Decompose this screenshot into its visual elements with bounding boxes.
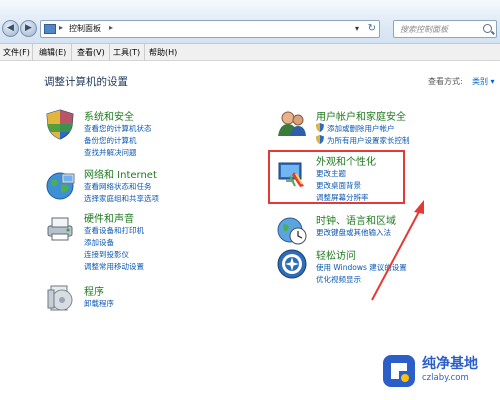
link-devices-printers[interactable]: 查看设备和打印机 (84, 225, 144, 236)
category-title-system-security[interactable]: 系统和安全 (84, 108, 134, 123)
category-title-programs[interactable]: 程序 (84, 283, 104, 298)
menu-divider (71, 44, 72, 61)
link-change-keyboard[interactable]: 更改键盘或其他输入法 (316, 227, 391, 238)
menu-bar: 文件(F) 编辑(E) 查看(V) 工具(T) 帮助(H) (0, 44, 500, 61)
view-by-label: 查看方式: (428, 77, 463, 86)
category-title-hardware-sound[interactable]: 硬件和声音 (84, 210, 134, 225)
link-uninstall-program[interactable]: 卸载程序 (84, 298, 114, 309)
link-connect-projector[interactable]: 连接到投影仪 (84, 249, 129, 260)
control-panel-icon (44, 24, 56, 34)
search-icon[interactable] (483, 24, 492, 33)
link-view-computer-status[interactable]: 查看您的计算机状态 (84, 123, 152, 134)
forward-button[interactable]: ▶ (20, 20, 37, 37)
menu-divider (109, 44, 110, 61)
watermark: 纯净基地 czlaby.com (378, 350, 500, 400)
page-title: 调整计算机的设置 (44, 76, 128, 88)
address-dropdown-icon[interactable]: ▾ (355, 24, 359, 33)
menu-tools[interactable]: 工具(T) (113, 47, 140, 58)
breadcrumb-chevron-icon[interactable]: ▸ (109, 23, 113, 32)
uac-shield-icon (316, 123, 324, 132)
menu-divider (32, 44, 33, 61)
menu-view[interactable]: 查看(V) (77, 47, 105, 58)
annotation-highlight-box (268, 150, 405, 204)
address-bar: ◀ ▶ ▸ 控制面板 ▸ ▾ ↻ 搜索控制面板 (0, 0, 500, 44)
system-security-icon[interactable] (44, 108, 76, 140)
link-windows-recommended[interactable]: 使用 Windows 建议的设置 (316, 262, 407, 273)
watermark-url: czlaby.com (422, 373, 469, 383)
search-placeholder: 搜索控制面板 (400, 25, 448, 34)
link-optimize-display[interactable]: 优化视频显示 (316, 274, 361, 285)
user-accounts-icon[interactable] (276, 108, 308, 140)
back-button[interactable]: ◀ (2, 20, 19, 37)
category-title-clock-language-region[interactable]: 时钟、语言和区域 (316, 212, 396, 227)
menu-divider (144, 44, 145, 61)
watermark-logo-icon (383, 355, 415, 387)
menu-edit[interactable]: 编辑(E) (39, 47, 66, 58)
programs-icon[interactable] (44, 282, 76, 314)
category-title-ease-of-access[interactable]: 轻松访问 (316, 247, 356, 262)
menu-file[interactable]: 文件(F) (3, 47, 30, 58)
link-homegroup-sharing[interactable]: 选择家庭组和共享选项 (84, 193, 159, 204)
address-field[interactable]: ▸ 控制面板 ▸ ▾ ↻ (40, 20, 380, 38)
network-internet-icon[interactable] (44, 170, 76, 202)
uac-shield-icon (316, 135, 324, 144)
breadcrumb-control-panel[interactable]: 控制面板 (69, 23, 101, 34)
hardware-sound-icon[interactable] (44, 212, 76, 244)
link-find-fix-problems[interactable]: 查找并解决问题 (84, 147, 137, 158)
menu-help[interactable]: 帮助(H) (149, 47, 177, 58)
category-title-network-internet[interactable]: 网络和 Internet (84, 166, 157, 181)
navigation-buttons: ◀ ▶ (2, 19, 38, 39)
link-mobility-settings[interactable]: 调整常用移动设置 (84, 261, 144, 272)
ease-of-access-icon[interactable] (276, 248, 308, 280)
search-input[interactable]: 搜索控制面板 (393, 20, 497, 38)
link-view-network-status[interactable]: 查看网络状态和任务 (84, 181, 152, 192)
breadcrumb-chevron-icon[interactable]: ▸ (59, 23, 63, 32)
refresh-icon[interactable]: ↻ (368, 23, 376, 34)
link-backup-computer[interactable]: 备份您的计算机 (84, 135, 137, 146)
link-parental-controls[interactable]: 为所有用户设置家长控制 (327, 135, 410, 146)
link-add-remove-accounts[interactable]: 添加或删除用户帐户 (327, 123, 395, 134)
view-by-dropdown[interactable]: 类别 ▾ (472, 76, 495, 87)
link-add-device[interactable]: 添加设备 (84, 237, 114, 248)
clock-language-region-icon[interactable] (276, 214, 308, 246)
category-title-user-accounts[interactable]: 用户帐户和家庭安全 (316, 108, 406, 123)
watermark-brand: 纯净基地 (422, 356, 478, 372)
